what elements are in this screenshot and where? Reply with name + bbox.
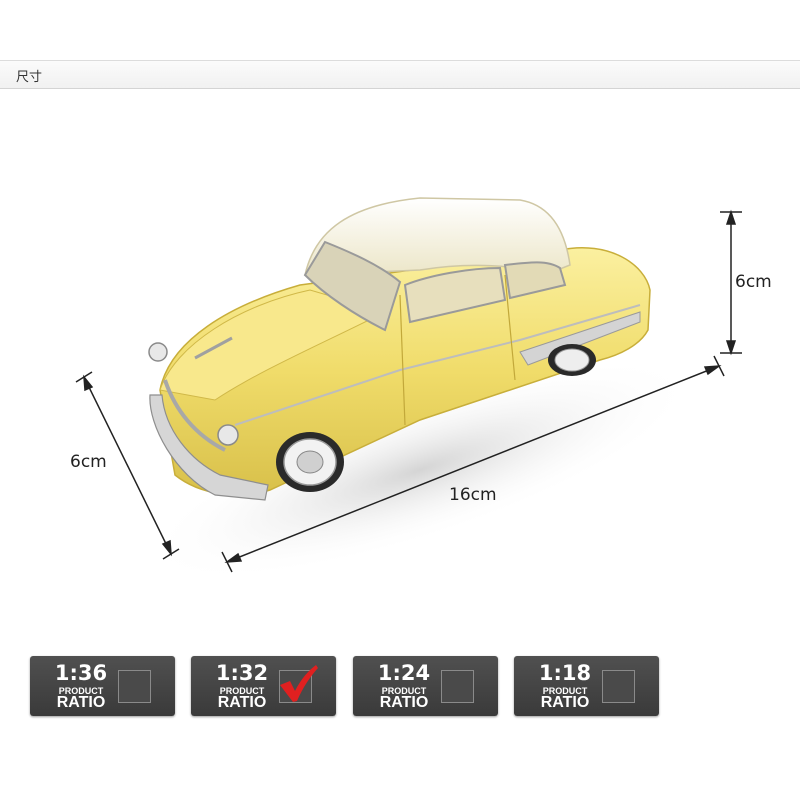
scale-option-1-24[interactable]: 1:24 PRODUCT RATIO <box>353 656 498 716</box>
scale-checkbox[interactable] <box>279 665 318 703</box>
section-title: 尺寸 <box>16 70 43 85</box>
height-label: 6cm <box>735 272 772 292</box>
scale-checkbox[interactable] <box>441 670 474 703</box>
product-image: 6cm 6cm 16cm <box>0 90 800 650</box>
scale-option-1-36[interactable]: 1:36 PRODUCT RATIO <box>30 656 175 716</box>
rear-wheel <box>548 344 596 376</box>
scale-ratio: 1:36 <box>54 661 108 685</box>
section-header: 尺寸 <box>0 60 800 89</box>
scale-option-1-18[interactable]: 1:18 PRODUCT RATIO <box>514 656 659 716</box>
scale-ratio-label: RATIO <box>56 694 106 711</box>
front-wheel <box>276 432 344 492</box>
scale-checkbox[interactable] <box>118 670 151 703</box>
scale-ratio-label: RATIO <box>217 694 267 711</box>
scale-ratio-label: RATIO <box>379 694 429 711</box>
scale-option-1-32[interactable]: 1:32 PRODUCT RATIO <box>191 656 336 716</box>
car-illustration <box>75 197 742 582</box>
check-mark-icon <box>280 665 318 702</box>
scale-ratio: 1:32 <box>215 661 269 685</box>
scale-options: 1:36 PRODUCT RATIO 1:32 PRODUCT RATIO 1:… <box>0 656 800 716</box>
scale-checkbox[interactable] <box>602 670 635 703</box>
width-label: 6cm <box>70 452 107 472</box>
scale-ratio: 1:24 <box>377 661 431 685</box>
length-label: 16cm <box>449 485 497 505</box>
scale-ratio-label: RATIO <box>540 694 590 711</box>
scale-ratio: 1:18 <box>538 661 592 685</box>
